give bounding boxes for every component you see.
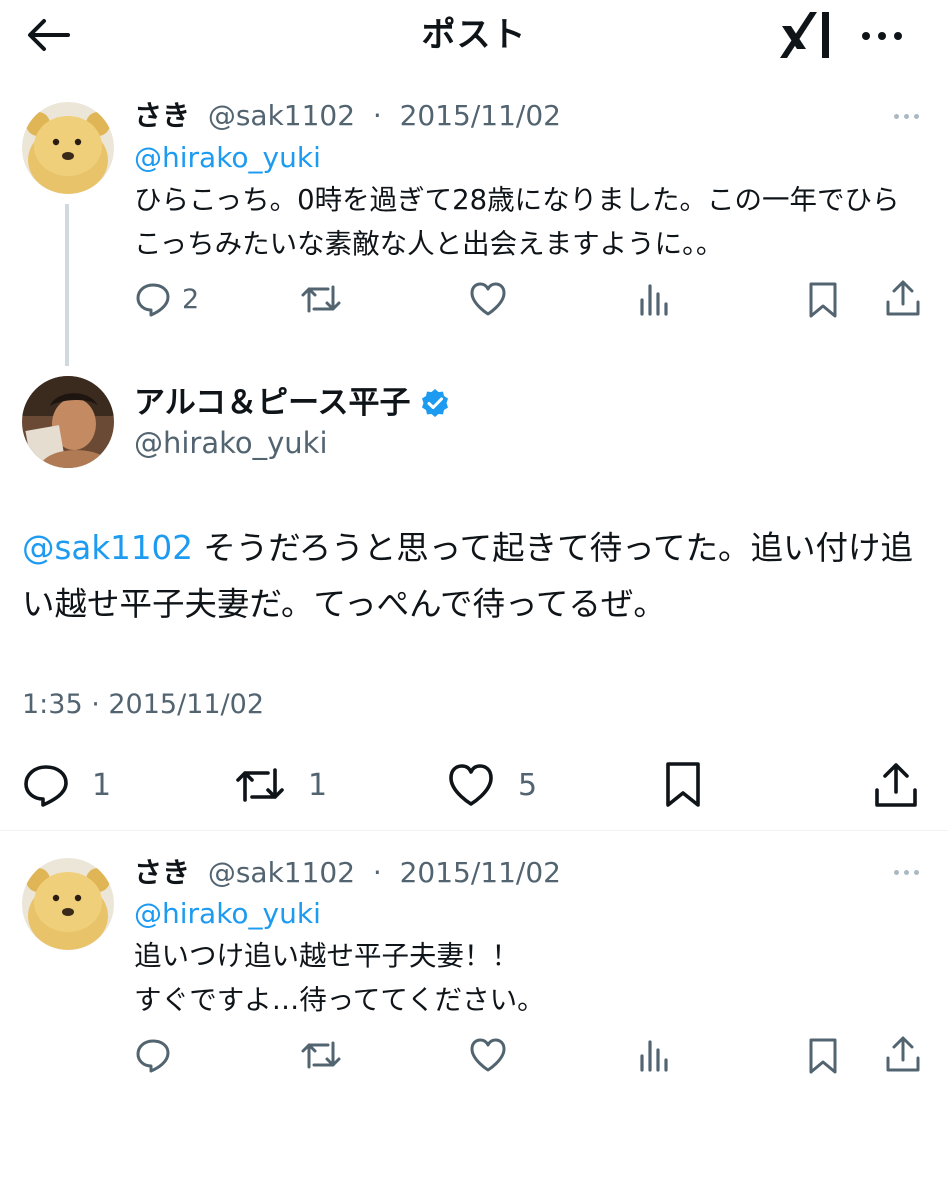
bookmark-icon <box>666 762 700 807</box>
post-header: さき @sak1102 · 2015/11/02 <box>134 855 561 891</box>
heart-icon <box>470 1038 506 1072</box>
more-icon <box>862 32 902 40</box>
mention-link[interactable]: @sak1102 <box>22 529 193 567</box>
author-name[interactable]: さき <box>134 856 190 889</box>
post-header: さき @sak1102 · 2015/11/02 <box>134 98 561 134</box>
repost-icon <box>301 1041 341 1069</box>
like-button[interactable] <box>468 280 508 318</box>
heart-icon <box>449 764 493 806</box>
bar-chart-icon <box>640 284 668 316</box>
main-avatar[interactable] <box>22 376 114 468</box>
main-author-name[interactable]: アルコ＆ピース平子 <box>134 383 451 423</box>
profile-photo-avatar <box>22 376 114 468</box>
bookmark-button[interactable] <box>806 1036 840 1076</box>
winnie-the-pooh-avatar <box>22 102 114 194</box>
share-icon <box>886 280 920 316</box>
more-icon <box>893 869 899 875</box>
repost-icon <box>301 285 341 313</box>
mention-link[interactable]: @hirako_yuki <box>134 897 321 930</box>
main-share-button[interactable] <box>872 760 920 810</box>
winnie-the-pooh-avatar <box>22 858 114 950</box>
heart-icon <box>470 282 506 316</box>
post-date[interactable]: 2015/11/02 <box>400 99 561 132</box>
post-text: ひらこっち。0時を過ぎて28歳になりました。この一年でひらこっちみたいな素敵な人… <box>134 184 900 260</box>
post-text-line: 追いつけ追い越せ平子夫妻！！ <box>134 940 519 972</box>
meta-separator: · <box>372 99 382 132</box>
grok-icon <box>780 12 829 58</box>
author-handle[interactable]: @sak1102 <box>208 856 355 889</box>
bar-chart-icon <box>640 1040 668 1072</box>
reply-button[interactable] <box>134 1036 172 1074</box>
author-name[interactable]: さき <box>134 99 190 132</box>
main-repost-button[interactable]: 1 <box>234 762 327 808</box>
more-icon <box>893 113 899 119</box>
main-reply-button[interactable]: 1 <box>22 762 111 808</box>
top-bar: ポスト <box>0 0 948 72</box>
post-date[interactable]: 2015/11/02 <box>400 856 561 889</box>
views-button[interactable] <box>637 1036 673 1074</box>
post-text: 追いつけ追い越せ平子夫妻！！ すぐですよ…待っててください。 <box>134 934 924 1022</box>
main-like-count: 5 <box>518 767 538 803</box>
reply-to-mention: @hirako_yuki <box>134 140 321 176</box>
share-icon <box>886 1036 920 1072</box>
main-author-name-text: アルコ＆ピース平子 <box>134 385 411 421</box>
bookmark-icon <box>809 1038 837 1074</box>
repost-button[interactable] <box>300 1036 342 1074</box>
section-divider <box>0 830 948 831</box>
repost-icon <box>236 768 284 802</box>
thread-line <box>65 204 69 366</box>
more-button[interactable] <box>856 16 908 56</box>
main-post-text: @sak1102 そうだろうと思って起きて待ってた。追い付け追い越せ平子夫妻だ。… <box>22 520 922 632</box>
main-author-handle[interactable]: @hirako_yuki <box>134 424 328 462</box>
repost-button[interactable] <box>300 280 342 318</box>
reply-icon <box>136 1039 170 1073</box>
reply-count: 2 <box>182 283 200 315</box>
reply-button[interactable]: 2 <box>134 280 199 318</box>
like-button[interactable] <box>468 1036 508 1074</box>
main-repost-count: 1 <box>308 767 328 803</box>
main-like-button[interactable]: 5 <box>446 762 537 808</box>
bookmark-icon <box>809 282 837 318</box>
grok-button[interactable] <box>776 6 834 64</box>
post-more-button[interactable] <box>884 862 928 882</box>
reply-icon <box>136 283 170 317</box>
avatar[interactable] <box>22 858 114 950</box>
avatar[interactable] <box>22 102 114 194</box>
post-more-button[interactable] <box>884 106 928 126</box>
meta-separator: · <box>372 856 382 889</box>
post-text-line: すぐですよ…待っててください。 <box>134 984 545 1016</box>
main-reply-count: 1 <box>92 767 112 803</box>
mention-link[interactable]: @hirako_yuki <box>134 141 321 174</box>
main-bookmark-button[interactable] <box>662 760 704 810</box>
main-post-timestamp[interactable]: 1:35 · 2015/11/02 <box>22 686 264 724</box>
share-button[interactable] <box>884 278 922 318</box>
bookmark-button[interactable] <box>806 280 840 320</box>
reply-icon <box>24 765 68 807</box>
author-handle[interactable]: @sak1102 <box>208 99 355 132</box>
reply-to-mention: @hirako_yuki <box>134 896 321 932</box>
views-button[interactable] <box>637 280 673 318</box>
share-button[interactable] <box>884 1034 922 1074</box>
share-icon <box>875 763 917 807</box>
verified-badge-icon <box>421 389 448 417</box>
